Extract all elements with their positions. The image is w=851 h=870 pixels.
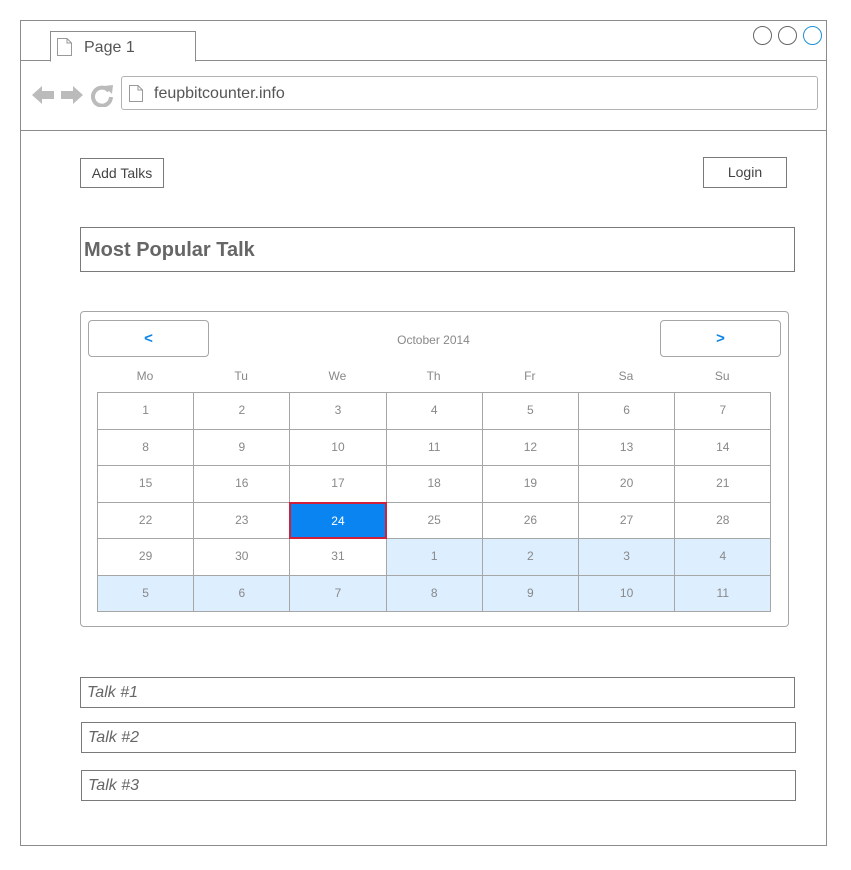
calendar-day[interactable]: 11	[386, 429, 483, 466]
calendar-day[interactable]: 8	[98, 429, 195, 466]
weekday-label: Fr	[524, 369, 536, 383]
tab-label: Page 1	[84, 39, 135, 56]
talk-item[interactable]: Talk #3	[81, 770, 796, 801]
calendar-day[interactable]: 10	[579, 575, 676, 612]
calendar-day[interactable]: 28	[675, 502, 772, 539]
calendar-day[interactable]: 27	[579, 502, 676, 539]
calendar-grid: 1 2 3 4 5 6 7 8 9 10 11 12 13 14 15 16 17 18 19 20 21 22 23 24 2…	[97, 392, 772, 612]
calendar-day[interactable]: 4	[386, 393, 483, 430]
weekday-label: Th	[426, 369, 441, 383]
talk-item[interactable]: Talk #2	[81, 722, 796, 753]
calendar-day[interactable]: 11	[675, 575, 772, 612]
calendar-day[interactable]: 7	[290, 575, 387, 612]
weekday-label: Sa	[618, 369, 634, 383]
calendar-day[interactable]: 1	[98, 393, 195, 430]
talk-label: Talk #3	[88, 777, 139, 794]
calendar-day[interactable]: 13	[579, 429, 676, 466]
tab-page-1[interactable]: Page 1	[50, 31, 196, 62]
calendar-day[interactable]: 6	[579, 393, 676, 430]
calendar: < October 2014 > Mo Tu We Th Fr Sa Su 12345678…	[80, 311, 789, 627]
calendar-month-label: October 2014	[397, 333, 470, 347]
calendar-day[interactable]: 5	[482, 393, 579, 430]
url-text: feupbitcounter.info	[154, 85, 285, 102]
calendar-day[interactable]: 20	[579, 466, 676, 503]
calendar-day[interactable]: 26	[482, 502, 579, 539]
forward-arrow-icon[interactable]	[60, 83, 84, 107]
calendar-day[interactable]: 10	[290, 429, 387, 466]
next-month-button[interactable]: >	[660, 320, 781, 357]
calendar-day[interactable]: 7	[675, 393, 772, 430]
add-talks-button[interactable]: Add Talks	[80, 158, 164, 188]
calendar-day[interactable]: 6	[194, 575, 291, 612]
calendar-day[interactable]: 5	[98, 575, 195, 612]
calendar-day[interactable]: 8	[386, 575, 483, 612]
calendar-day[interactable]: 9	[482, 575, 579, 612]
calendar-day[interactable]: 30	[194, 539, 291, 576]
calendar-day[interactable]: 3	[579, 539, 676, 576]
most-popular-talk-title: Most Popular Talk	[84, 239, 255, 261]
calendar-day[interactable]: 14	[675, 429, 772, 466]
calendar-day[interactable]: 1	[386, 539, 483, 576]
calendar-day[interactable]: 2	[194, 393, 291, 430]
calendar-day[interactable]: 9	[194, 429, 291, 466]
tab-bar: Page 1	[21, 21, 826, 62]
calendar-day[interactable]: 18	[386, 466, 483, 503]
calendar-day[interactable]: 19	[482, 466, 579, 503]
calendar-day-selected[interactable]: 24	[289, 501, 387, 539]
weekday-label: Su	[714, 369, 730, 383]
weekday-header: Mo Tu We Th Fr Sa Su	[97, 369, 771, 383]
document-icon	[57, 38, 72, 56]
weekday-label: Tu	[234, 369, 248, 383]
url-input[interactable]: feupbitcounter.info	[121, 76, 818, 110]
weekday-label: Mo	[136, 369, 154, 383]
weekday-label: We	[328, 369, 347, 383]
login-button[interactable]: Login	[703, 157, 787, 188]
talk-item[interactable]: Talk #1	[80, 677, 795, 708]
calendar-day[interactable]: 31	[290, 539, 387, 576]
calendar-day[interactable]: 29	[98, 539, 195, 576]
back-arrow-icon[interactable]	[31, 83, 55, 107]
previous-month-button[interactable]: <	[88, 320, 209, 357]
address-bar: feupbitcounter.info	[21, 61, 826, 131]
calendar-day[interactable]: 3	[290, 393, 387, 430]
calendar-day[interactable]: 22	[98, 502, 195, 539]
calendar-day[interactable]: 4	[675, 539, 772, 576]
calendar-day[interactable]: 17	[290, 466, 387, 503]
reload-icon[interactable]	[90, 83, 114, 107]
window-button-2-icon[interactable]	[778, 26, 797, 45]
document-icon	[129, 85, 143, 102]
most-popular-talk-box[interactable]: Most Popular Talk	[80, 227, 795, 272]
window-button-3-icon[interactable]	[803, 26, 822, 45]
calendar-day[interactable]: 25	[386, 502, 483, 539]
calendar-day[interactable]: 23	[194, 502, 291, 539]
talk-label: Talk #1	[87, 684, 138, 701]
talk-label: Talk #2	[88, 729, 139, 746]
calendar-day[interactable]: 21	[675, 466, 772, 503]
browser-window: Page 1 feupbitcounter.info Add Talks Log…	[20, 20, 827, 846]
window-button-1-icon[interactable]	[753, 26, 772, 45]
calendar-day[interactable]: 15	[98, 466, 195, 503]
calendar-day[interactable]: 16	[194, 466, 291, 503]
calendar-day[interactable]: 12	[482, 429, 579, 466]
calendar-day[interactable]: 2	[482, 539, 579, 576]
